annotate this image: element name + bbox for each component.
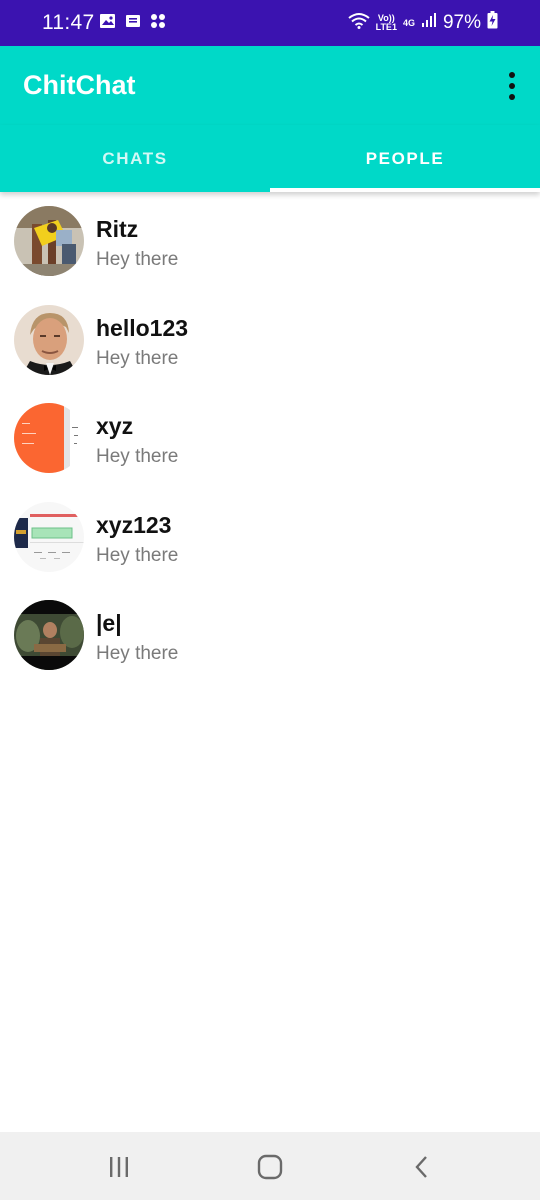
avatar bbox=[14, 501, 84, 572]
avatar bbox=[14, 304, 84, 375]
people-list: Ritz Hey there hello123 Hey there xyz He… bbox=[0, 192, 540, 685]
tab-bar: CHATS PEOPLE bbox=[0, 125, 540, 192]
tab-chats[interactable]: CHATS bbox=[0, 125, 270, 192]
status-bar: 11:47 Vo)) LTE1 4G 97% bbox=[0, 0, 540, 46]
apps-icon bbox=[150, 13, 166, 34]
home-icon[interactable] bbox=[255, 1152, 285, 1182]
list-item[interactable]: hello123 Hey there bbox=[0, 291, 540, 390]
person-name: xyz123 bbox=[96, 511, 172, 538]
message-icon bbox=[125, 13, 141, 34]
notification-icons bbox=[99, 13, 166, 34]
recents-icon[interactable] bbox=[104, 1152, 134, 1182]
avatar bbox=[14, 600, 84, 670]
wifi-icon bbox=[347, 12, 370, 35]
person-status: Hey there bbox=[96, 249, 179, 270]
app-bar: ChitChat bbox=[0, 46, 540, 125]
list-item[interactable]: |e| Hey there bbox=[0, 586, 540, 685]
battery-percent: 97% bbox=[442, 12, 481, 33]
avatar bbox=[14, 403, 84, 473]
list-item[interactable]: Ritz Hey there bbox=[0, 192, 540, 291]
battery-charging-icon bbox=[487, 11, 498, 35]
system-indicators: Vo)) LTE1 4G 97% bbox=[347, 11, 498, 35]
person-status: Hey there bbox=[96, 544, 179, 566]
lte-text: LTE1 bbox=[375, 22, 397, 32]
avatar bbox=[14, 206, 84, 276]
person-name: xyz bbox=[96, 413, 134, 439]
list-item[interactable]: xyz123 Hey there bbox=[0, 488, 540, 587]
person-status: Hey there bbox=[96, 347, 179, 369]
back-icon[interactable] bbox=[407, 1152, 437, 1182]
app-title: ChitChat bbox=[23, 70, 136, 100]
person-status: Hey there bbox=[96, 446, 179, 467]
gallery-icon bbox=[99, 13, 116, 34]
status-time: 11:47 bbox=[42, 11, 95, 34]
person-name: Ritz bbox=[96, 216, 139, 242]
volte-label: Vo)) LTE1 bbox=[376, 14, 397, 32]
person-name: |e| bbox=[96, 610, 122, 636]
network-type: 4G bbox=[402, 17, 415, 28]
more-vert-icon[interactable] bbox=[506, 72, 518, 100]
tab-people[interactable]: PEOPLE bbox=[270, 125, 540, 192]
list-item[interactable]: xyz Hey there bbox=[0, 389, 540, 488]
navigation-bar bbox=[0, 1132, 540, 1200]
signal-icon bbox=[421, 12, 437, 34]
person-status: Hey there bbox=[96, 643, 179, 664]
person-name: hello123 bbox=[96, 314, 189, 341]
